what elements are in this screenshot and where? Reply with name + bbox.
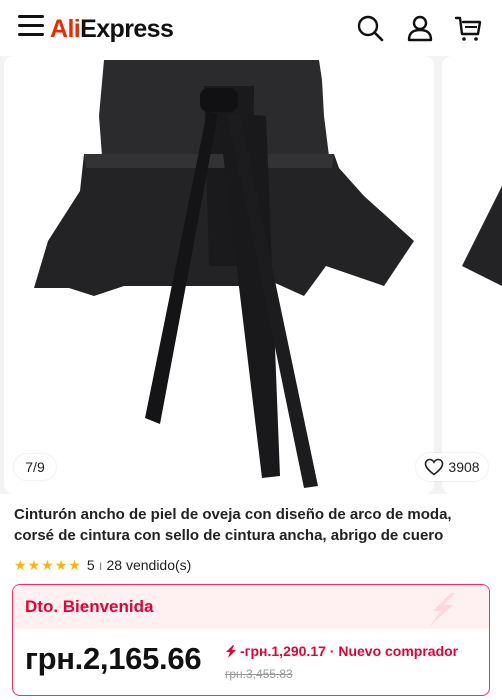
logo-express-text: Express — [80, 14, 174, 43]
price-card[interactable]: Dto. Bienvenida грн.2,165.66 -грн.1,290.… — [12, 584, 490, 696]
product-gallery[interactable] — [0, 56, 502, 494]
star-icon: ★ — [27, 557, 41, 573]
current-price: грн.2,165.66 — [25, 641, 202, 676]
welcome-deal-label: Dto. Bienvenida — [25, 597, 154, 616]
discount-info: -грн.1,290.17 · Nuevo comprador — [225, 643, 458, 659]
rating-separator: ı — [98, 557, 103, 573]
star-rating: ★ ★ ★ ★ ★ — [14, 558, 81, 572]
star-icon: ★ — [41, 557, 54, 573]
account-icon[interactable] — [404, 12, 436, 44]
logo-ali-text: Ali — [50, 14, 81, 43]
search-icon[interactable] — [354, 12, 386, 44]
menu-icon[interactable] — [18, 15, 44, 39]
original-price: грн.3,455.83 — [225, 667, 293, 681]
cart-icon[interactable] — [452, 12, 484, 44]
rating-row[interactable]: ★ ★ ★ ★ ★ 5 ı 28 vendido(s) — [14, 555, 191, 575]
sold-count: 28 vendido(s) — [106, 557, 192, 573]
lightning-icon — [429, 593, 455, 627]
wishlist-button[interactable]: 3908 — [416, 453, 488, 481]
star-icon: ★ — [54, 557, 68, 573]
star-icon: ★ — [68, 557, 81, 573]
next-product-image[interactable] — [442, 56, 502, 494]
top-header: Ali Express — [0, 0, 502, 56]
product-image[interactable] — [4, 56, 434, 494]
aliexpress-logo[interactable]: Ali Express — [50, 13, 174, 45]
discount-text: -грн.1,290.17 · Nuevo comprador — [240, 643, 459, 659]
lightning-icon — [226, 644, 236, 658]
wishlist-count: 3908 — [448, 459, 480, 475]
welcome-deal-banner: Dto. Bienvenida — [13, 585, 489, 629]
star-icon: ★ — [14, 557, 27, 573]
rating-value: 5 — [86, 557, 95, 573]
product-title: Cinturón ancho de piel de oveja con dise… — [14, 506, 452, 544]
heart-icon — [425, 458, 444, 476]
image-counter: 7/9 — [14, 454, 56, 480]
